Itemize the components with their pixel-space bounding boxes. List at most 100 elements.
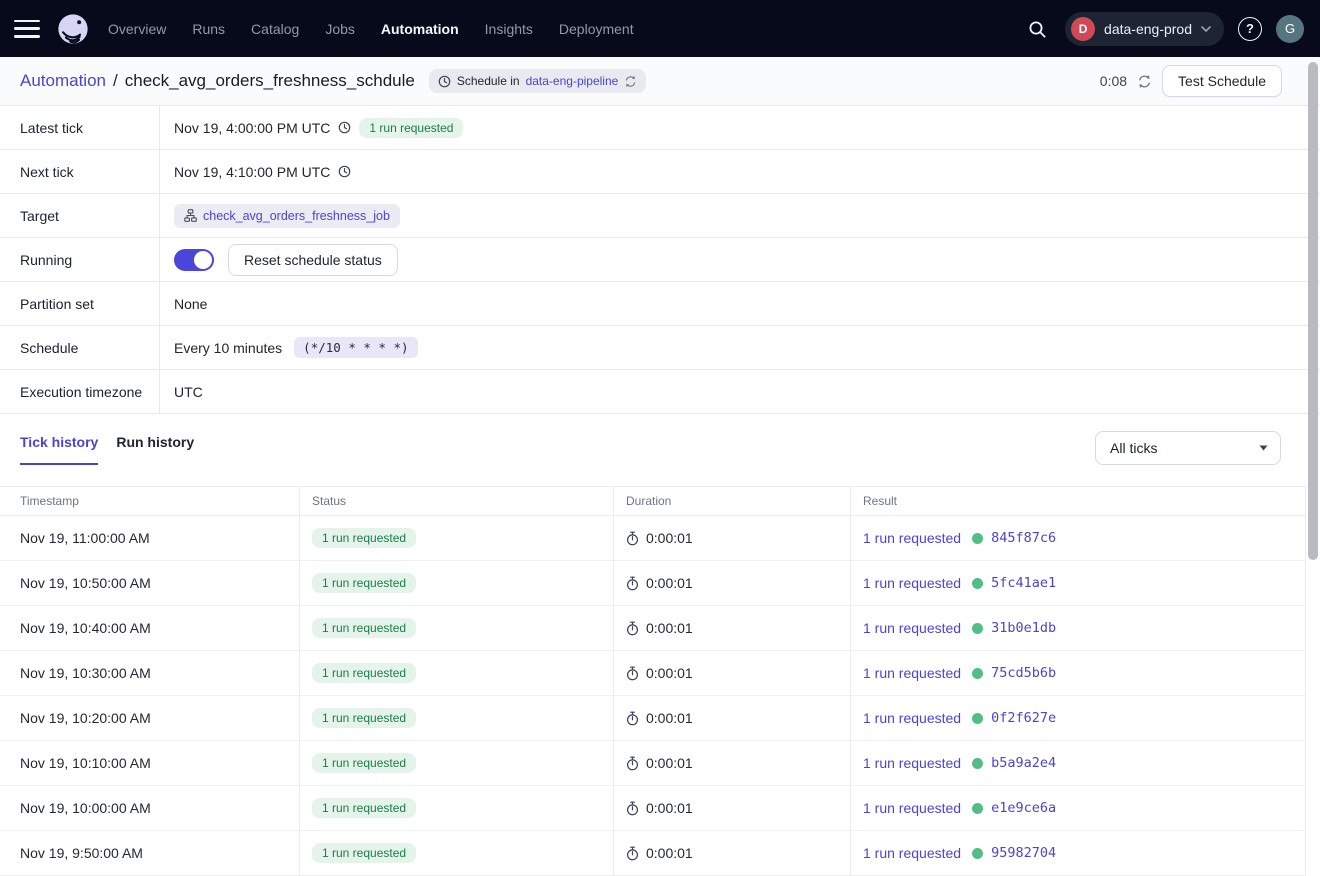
breadcrumb-automation-link[interactable]: Automation xyxy=(20,71,106,91)
tick-duration-cell: 0:00:01 xyxy=(614,741,851,785)
detail-label: Schedule xyxy=(0,326,160,369)
workspace-avatar: D xyxy=(1071,17,1095,41)
tick-duration-cell: 0:00:01 xyxy=(614,831,851,875)
table-row: Nov 19, 10:00:00 AM 1 run requested 0:00… xyxy=(0,786,1305,831)
tick-status-badge: 1 run requested xyxy=(312,528,416,548)
tab-tick-history[interactable]: Tick history xyxy=(20,434,98,465)
nav-item-deployment[interactable]: Deployment xyxy=(559,21,634,37)
table-row: Nov 19, 11:00:00 AM 1 run requested 0:00… xyxy=(0,516,1305,561)
tick-filter-dropdown[interactable]: All ticks xyxy=(1095,431,1281,465)
nav-item-catalog[interactable]: Catalog xyxy=(251,21,299,37)
toggle-knob xyxy=(194,251,212,269)
top-navbar: Overview Runs Catalog Jobs Automation In… xyxy=(0,0,1320,57)
run-requested-link[interactable]: 1 run requested xyxy=(863,755,961,771)
stopwatch-icon xyxy=(626,576,639,591)
table-row: Nov 19, 10:10:00 AM 1 run requested 0:00… xyxy=(0,741,1305,786)
tick-timestamp: Nov 19, 11:00:00 AM xyxy=(20,530,150,546)
run-id-link[interactable]: 75cd5b6b xyxy=(991,665,1056,681)
tick-duration: 0:00:01 xyxy=(646,800,693,816)
detail-label: Running xyxy=(0,238,160,281)
stopwatch-icon xyxy=(626,711,639,726)
run-requested-link[interactable]: 1 run requested xyxy=(863,620,961,636)
run-id-link[interactable]: 31b0e1db xyxy=(991,620,1056,636)
column-header-status: Status xyxy=(300,487,614,515)
table-row: Nov 19, 10:20:00 AM 1 run requested 0:00… xyxy=(0,696,1305,741)
refresh-countdown: 0:08 xyxy=(1100,73,1127,89)
help-button[interactable]: ? xyxy=(1238,17,1262,41)
run-id-link[interactable]: 95982704 xyxy=(991,845,1056,861)
vertical-scrollbar[interactable] xyxy=(1306,57,1320,876)
app-window: Overview Runs Catalog Jobs Automation In… xyxy=(0,0,1320,876)
stopwatch-icon xyxy=(626,801,639,816)
nav-item-automation[interactable]: Automation xyxy=(381,21,459,37)
test-schedule-button[interactable]: Test Schedule xyxy=(1162,65,1282,97)
run-requested-link[interactable]: 1 run requested xyxy=(863,575,961,591)
latest-tick-value: Nov 19, 4:00:00 PM UTC xyxy=(174,120,330,136)
run-requested-link[interactable]: 1 run requested xyxy=(863,710,961,726)
workspace-switcher[interactable]: D data-eng-prod xyxy=(1065,12,1224,46)
job-graph-icon xyxy=(184,209,197,222)
column-header-timestamp: Timestamp xyxy=(0,487,300,515)
run-requested-link[interactable]: 1 run requested xyxy=(863,665,961,681)
run-id-link[interactable]: 0f2f627e xyxy=(991,710,1056,726)
table-header-row: Timestamp Status Duration Result xyxy=(0,487,1305,516)
header-actions: 0:08 Test Schedule xyxy=(1100,65,1282,97)
tick-timestamp-cell: Nov 19, 10:00:00 AM xyxy=(0,786,300,830)
target-job-name: check_avg_orders_freshness_job xyxy=(203,209,390,223)
question-mark-icon: ? xyxy=(1246,21,1254,36)
pipeline-link[interactable]: data-eng-pipeline xyxy=(526,74,619,88)
refresh-button[interactable] xyxy=(1137,74,1152,89)
nav-item-insights[interactable]: Insights xyxy=(485,21,533,37)
search-button[interactable] xyxy=(1023,15,1051,43)
table-row: Nov 19, 9:50:00 AM 1 run requested 0:00:… xyxy=(0,831,1305,876)
reset-schedule-status-button[interactable]: Reset schedule status xyxy=(228,244,398,276)
tick-status-badge: 1 run requested xyxy=(312,753,416,773)
tab-run-history[interactable]: Run history xyxy=(116,434,194,465)
user-initial: G xyxy=(1285,21,1295,36)
tick-duration: 0:00:01 xyxy=(646,575,693,591)
history-tabs: Tick history Run history xyxy=(20,434,194,465)
run-requested-link[interactable]: 1 run requested xyxy=(863,845,961,861)
dagster-logo[interactable] xyxy=(56,12,90,46)
tick-timestamp-cell: Nov 19, 10:30:00 AM xyxy=(0,651,300,695)
run-id-link[interactable]: 5fc41ae1 xyxy=(991,575,1056,591)
tick-result-cell: 1 run requested b5a9a2e4 xyxy=(851,741,1305,785)
column-header-duration: Duration xyxy=(614,487,851,515)
page-header: Automation / check_avg_orders_freshness_… xyxy=(0,57,1320,106)
run-success-dot-icon xyxy=(972,668,983,679)
nav-item-runs[interactable]: Runs xyxy=(192,21,225,37)
run-requested-link[interactable]: 1 run requested xyxy=(863,530,961,546)
schedule-badge-prefix: Schedule in xyxy=(457,74,520,88)
menu-icon[interactable] xyxy=(14,20,40,38)
run-requested-link[interactable]: 1 run requested xyxy=(863,800,961,816)
running-toggle[interactable] xyxy=(174,249,214,271)
schedule-description: Every 10 minutes xyxy=(174,340,282,356)
stopwatch-icon xyxy=(626,621,639,636)
tick-timestamp: Nov 19, 10:10:00 AM xyxy=(20,755,151,771)
target-job-pill[interactable]: check_avg_orders_freshness_job xyxy=(174,204,400,228)
history-tabs-bar: Tick history Run history All ticks xyxy=(0,414,1320,486)
run-id-link[interactable]: e1e9ce6a xyxy=(991,800,1056,816)
detail-label: Partition set xyxy=(0,282,160,325)
table-row: Nov 19, 10:50:00 AM 1 run requested 0:00… xyxy=(0,561,1305,606)
column-header-result: Result xyxy=(851,487,1305,515)
tick-status-cell: 1 run requested xyxy=(300,741,614,785)
user-avatar[interactable]: G xyxy=(1276,15,1304,43)
tick-timestamp: Nov 19, 10:00:00 AM xyxy=(20,800,151,816)
detail-label: Next tick xyxy=(0,150,160,193)
run-id-link[interactable]: 845f87c6 xyxy=(991,530,1056,546)
tick-status-badge: 1 run requested xyxy=(312,843,416,863)
detail-row-timezone: Execution timezone UTC xyxy=(0,370,1320,414)
run-success-dot-icon xyxy=(972,758,983,769)
partition-set-value: None xyxy=(174,296,207,312)
tick-status-badge: 1 run requested xyxy=(312,798,416,818)
caret-down-icon xyxy=(1259,445,1268,451)
run-id-link[interactable]: b5a9a2e4 xyxy=(991,755,1056,771)
tick-timestamp: Nov 19, 9:50:00 AM xyxy=(20,845,143,861)
tick-status-badge: 1 run requested xyxy=(312,708,416,728)
scrollbar-thumb[interactable] xyxy=(1308,62,1318,560)
run-success-dot-icon xyxy=(972,533,983,544)
nav-item-jobs[interactable]: Jobs xyxy=(325,21,355,37)
tick-status-cell: 1 run requested xyxy=(300,786,614,830)
nav-item-overview[interactable]: Overview xyxy=(108,21,166,37)
